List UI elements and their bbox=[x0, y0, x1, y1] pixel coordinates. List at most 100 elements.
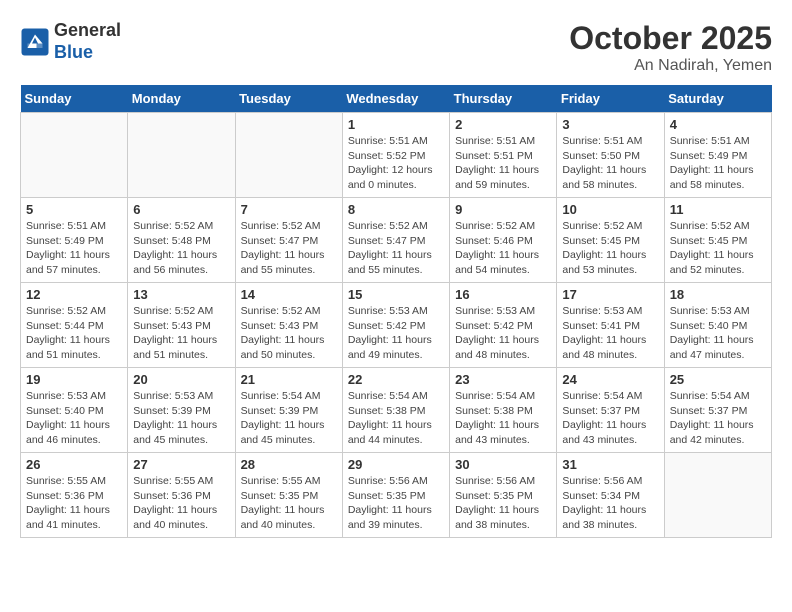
day-info: Sunrise: 5:56 AM Sunset: 5:35 PM Dayligh… bbox=[455, 474, 551, 533]
calendar-cell: 16Sunrise: 5:53 AM Sunset: 5:42 PM Dayli… bbox=[450, 283, 557, 368]
calendar-cell: 2 Sunrise: 5:51 AM Sunset: 5:51 PM Daylig… bbox=[450, 113, 557, 198]
day-info: Sunrise: 5:52 AM Sunset: 5:43 PM Dayligh… bbox=[241, 304, 337, 363]
calendar-cell: 17Sunrise: 5:53 AM Sunset: 5:41 PM Dayli… bbox=[557, 283, 664, 368]
day-info: Sunrise: 5:51 AM Sunset: 5:51 PM Dayligh… bbox=[455, 134, 551, 193]
day-info: Sunrise: 5:55 AM Sunset: 5:36 PM Dayligh… bbox=[133, 474, 229, 533]
logo-icon bbox=[20, 27, 50, 57]
day-number: 2 bbox=[455, 117, 551, 132]
calendar-cell: 12Sunrise: 5:52 AM Sunset: 5:44 PM Dayli… bbox=[21, 283, 128, 368]
weekday-header: Saturday bbox=[664, 85, 771, 113]
week-row: 12Sunrise: 5:52 AM Sunset: 5:44 PM Dayli… bbox=[21, 283, 772, 368]
calendar-body: 1Sunrise: 5:51 AM Sunset: 5:52 PM Daylig… bbox=[21, 113, 772, 538]
calendar-cell: 13 Sunrise: 5:52 AM Sunset: 5:43 PM Dayli… bbox=[128, 283, 235, 368]
calendar-cell bbox=[128, 113, 235, 198]
day-info: Sunrise: 5:54 AM Sunset: 5:38 PM Dayligh… bbox=[348, 389, 444, 448]
weekday-header: Thursday bbox=[450, 85, 557, 113]
day-info: Sunrise: 5:54 AM Sunset: 5:37 PM Dayligh… bbox=[670, 389, 766, 448]
calendar-cell: 8 Sunrise: 5:52 AM Sunset: 5:47 PM Daylig… bbox=[342, 198, 449, 283]
calendar-cell: 10 Sunrise: 5:52 AM Sunset: 5:45 PM Dayli… bbox=[557, 198, 664, 283]
day-info: Sunrise: 5:53 AM Sunset: 5:42 PM Dayligh… bbox=[348, 304, 444, 363]
day-number: 19 bbox=[26, 372, 122, 387]
calendar-cell: 24Sunrise: 5:54 AM Sunset: 5:37 PM Dayli… bbox=[557, 368, 664, 453]
day-number: 26 bbox=[26, 457, 122, 472]
calendar-cell: 11 Sunrise: 5:52 AM Sunset: 5:45 PM Dayli… bbox=[664, 198, 771, 283]
day-number: 30 bbox=[455, 457, 551, 472]
calendar-cell: 31 Sunrise: 5:56 AM Sunset: 5:34 PM Dayli… bbox=[557, 453, 664, 538]
calendar-table: SundayMondayTuesdayWednesdayThursdayFrid… bbox=[20, 85, 772, 538]
day-info: Sunrise: 5:54 AM Sunset: 5:38 PM Dayligh… bbox=[455, 389, 551, 448]
logo: General Blue bbox=[20, 20, 121, 63]
calendar-cell: 9 Sunrise: 5:52 AM Sunset: 5:46 PM Daylig… bbox=[450, 198, 557, 283]
day-info: Sunrise: 5:52 AM Sunset: 5:44 PM Dayligh… bbox=[26, 304, 122, 363]
day-number: 8 bbox=[348, 202, 444, 217]
calendar-cell: 14Sunrise: 5:52 AM Sunset: 5:43 PM Dayli… bbox=[235, 283, 342, 368]
day-number: 20 bbox=[133, 372, 229, 387]
calendar-cell: 23 Sunrise: 5:54 AM Sunset: 5:38 PM Dayli… bbox=[450, 368, 557, 453]
day-info: Sunrise: 5:56 AM Sunset: 5:35 PM Dayligh… bbox=[348, 474, 444, 533]
week-row: 1Sunrise: 5:51 AM Sunset: 5:52 PM Daylig… bbox=[21, 113, 772, 198]
day-number: 15 bbox=[348, 287, 444, 302]
day-info: Sunrise: 5:55 AM Sunset: 5:36 PM Dayligh… bbox=[26, 474, 122, 533]
day-info: Sunrise: 5:53 AM Sunset: 5:41 PM Dayligh… bbox=[562, 304, 658, 363]
day-info: Sunrise: 5:53 AM Sunset: 5:39 PM Dayligh… bbox=[133, 389, 229, 448]
day-number: 22 bbox=[348, 372, 444, 387]
calendar-cell: 21Sunrise: 5:54 AM Sunset: 5:39 PM Dayli… bbox=[235, 368, 342, 453]
week-row: 26 Sunrise: 5:55 AM Sunset: 5:36 PM Dayli… bbox=[21, 453, 772, 538]
day-number: 24 bbox=[562, 372, 658, 387]
day-info: Sunrise: 5:55 AM Sunset: 5:35 PM Dayligh… bbox=[241, 474, 337, 533]
weekday-header: Tuesday bbox=[235, 85, 342, 113]
day-number: 6 bbox=[133, 202, 229, 217]
calendar-cell: 1Sunrise: 5:51 AM Sunset: 5:52 PM Daylig… bbox=[342, 113, 449, 198]
day-info: Sunrise: 5:51 AM Sunset: 5:50 PM Dayligh… bbox=[562, 134, 658, 193]
day-info: Sunrise: 5:52 AM Sunset: 5:45 PM Dayligh… bbox=[670, 219, 766, 278]
week-row: 19 Sunrise: 5:53 AM Sunset: 5:40 PM Dayli… bbox=[21, 368, 772, 453]
calendar-cell: 19 Sunrise: 5:53 AM Sunset: 5:40 PM Dayli… bbox=[21, 368, 128, 453]
day-number: 27 bbox=[133, 457, 229, 472]
day-number: 29 bbox=[348, 457, 444, 472]
day-info: Sunrise: 5:53 AM Sunset: 5:40 PM Dayligh… bbox=[26, 389, 122, 448]
day-number: 10 bbox=[562, 202, 658, 217]
day-number: 25 bbox=[670, 372, 766, 387]
day-info: Sunrise: 5:53 AM Sunset: 5:40 PM Dayligh… bbox=[670, 304, 766, 363]
calendar-cell: 27 Sunrise: 5:55 AM Sunset: 5:36 PM Dayli… bbox=[128, 453, 235, 538]
day-info: Sunrise: 5:51 AM Sunset: 5:49 PM Dayligh… bbox=[26, 219, 122, 278]
day-number: 4 bbox=[670, 117, 766, 132]
calendar-cell bbox=[235, 113, 342, 198]
day-info: Sunrise: 5:52 AM Sunset: 5:48 PM Dayligh… bbox=[133, 219, 229, 278]
day-info: Sunrise: 5:52 AM Sunset: 5:45 PM Dayligh… bbox=[562, 219, 658, 278]
day-info: Sunrise: 5:53 AM Sunset: 5:42 PM Dayligh… bbox=[455, 304, 551, 363]
logo-text: General Blue bbox=[54, 20, 121, 63]
calendar-cell: 18 Sunrise: 5:53 AM Sunset: 5:40 PM Dayli… bbox=[664, 283, 771, 368]
weekday-header: Sunday bbox=[21, 85, 128, 113]
day-number: 13 bbox=[133, 287, 229, 302]
calendar-cell: 7 Sunrise: 5:52 AM Sunset: 5:47 PM Daylig… bbox=[235, 198, 342, 283]
calendar-cell bbox=[664, 453, 771, 538]
weekday-header: Wednesday bbox=[342, 85, 449, 113]
calendar-cell: 6 Sunrise: 5:52 AM Sunset: 5:48 PM Daylig… bbox=[128, 198, 235, 283]
month-title: October 2025 bbox=[569, 20, 772, 57]
day-number: 7 bbox=[241, 202, 337, 217]
calendar-cell: 25 Sunrise: 5:54 AM Sunset: 5:37 PM Dayli… bbox=[664, 368, 771, 453]
day-number: 11 bbox=[670, 202, 766, 217]
day-info: Sunrise: 5:52 AM Sunset: 5:47 PM Dayligh… bbox=[241, 219, 337, 278]
calendar-cell: 4Sunrise: 5:51 AM Sunset: 5:49 PM Daylig… bbox=[664, 113, 771, 198]
day-number: 9 bbox=[455, 202, 551, 217]
calendar-cell: 28 Sunrise: 5:55 AM Sunset: 5:35 PM Dayli… bbox=[235, 453, 342, 538]
day-number: 28 bbox=[241, 457, 337, 472]
day-info: Sunrise: 5:54 AM Sunset: 5:39 PM Dayligh… bbox=[241, 389, 337, 448]
week-row: 5Sunrise: 5:51 AM Sunset: 5:49 PM Daylig… bbox=[21, 198, 772, 283]
day-info: Sunrise: 5:52 AM Sunset: 5:43 PM Dayligh… bbox=[133, 304, 229, 363]
calendar-cell: 22 Sunrise: 5:54 AM Sunset: 5:38 PM Dayli… bbox=[342, 368, 449, 453]
day-number: 23 bbox=[455, 372, 551, 387]
day-info: Sunrise: 5:52 AM Sunset: 5:46 PM Dayligh… bbox=[455, 219, 551, 278]
day-number: 31 bbox=[562, 457, 658, 472]
calendar-header-row: SundayMondayTuesdayWednesdayThursdayFrid… bbox=[21, 85, 772, 113]
weekday-header: Monday bbox=[128, 85, 235, 113]
calendar-cell: 26 Sunrise: 5:55 AM Sunset: 5:36 PM Dayli… bbox=[21, 453, 128, 538]
day-info: Sunrise: 5:56 AM Sunset: 5:34 PM Dayligh… bbox=[562, 474, 658, 533]
page-header: General Blue October 2025 An Nadirah, Ye… bbox=[20, 20, 772, 75]
day-number: 18 bbox=[670, 287, 766, 302]
calendar-cell: 5Sunrise: 5:51 AM Sunset: 5:49 PM Daylig… bbox=[21, 198, 128, 283]
day-info: Sunrise: 5:52 AM Sunset: 5:47 PM Dayligh… bbox=[348, 219, 444, 278]
location: An Nadirah, Yemen bbox=[569, 57, 772, 75]
